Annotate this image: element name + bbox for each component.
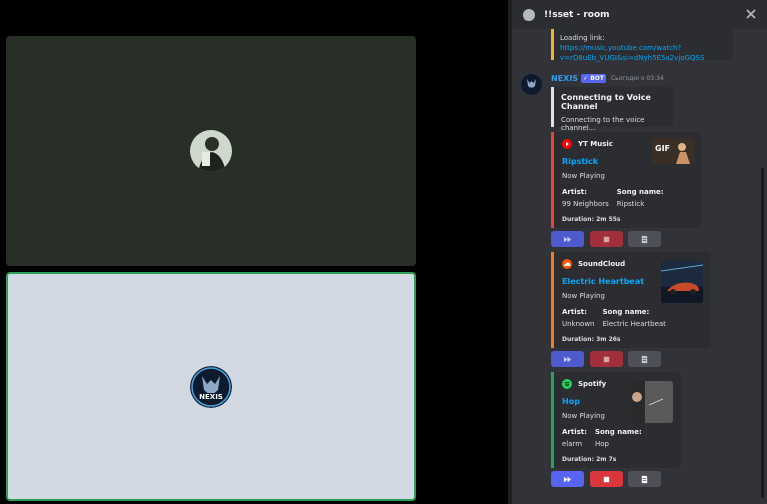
document-icon <box>641 475 648 483</box>
youtube-music-icon <box>562 139 572 149</box>
track-thumbnail[interactable]: GIF <box>652 138 694 164</box>
skip-icon <box>563 476 572 482</box>
voice-stage: NEXIS <box>0 0 508 504</box>
duration-text: Duration: 3m 26s <box>562 336 621 343</box>
source-name: SoundCloud <box>578 260 626 268</box>
user-avatar <box>190 130 232 172</box>
artist-value: 99 Neighbors <box>562 200 609 208</box>
stop-button[interactable] <box>590 471 623 487</box>
video-tile-nexis[interactable]: NEXIS <box>6 272 416 501</box>
song-name-label: Song name: <box>594 428 642 436</box>
song-name-label: Song name: <box>616 188 664 196</box>
artist-label: Artist: <box>562 188 587 196</box>
thread-icon <box>523 8 535 21</box>
track-thumbnail[interactable] <box>631 381 673 423</box>
document-icon <box>641 235 648 243</box>
bot-badge: ✓ BOT <box>581 74 606 83</box>
video-tile-user[interactable] <box>6 36 416 266</box>
stop-button[interactable] <box>590 231 623 247</box>
queue-button[interactable] <box>628 471 661 487</box>
bot-username[interactable]: NEXIS <box>551 74 578 83</box>
artist-label: Artist: <box>562 308 587 316</box>
bot-avatar[interactable] <box>521 74 542 95</box>
queue-button[interactable] <box>628 351 661 367</box>
message-timestamp: Сьогодні о 03:34 <box>610 75 664 82</box>
song-name-value: Electric Heartbeat <box>602 320 666 328</box>
artist-label: Artist: <box>562 428 587 436</box>
artist-value: Unknown <box>562 320 595 328</box>
chat-scrollbar[interactable] <box>761 168 764 498</box>
message-header: NEXIS ✓ BOT Сьогодні о 03:34 <box>551 74 664 83</box>
nexis-logo-text: NEXIS <box>199 393 223 401</box>
gif-label: GIF <box>655 144 670 153</box>
duration-text: Duration: 2m 55s <box>562 216 621 223</box>
skip-button[interactable] <box>551 231 584 247</box>
skip-button[interactable] <box>551 471 584 487</box>
spotify-icon <box>562 379 572 389</box>
loading-embed: Loading link: https://music.youtube.com/… <box>551 29 733 62</box>
stop-icon <box>603 356 610 362</box>
connect-title: Connecting to Voice Channel <box>561 93 651 111</box>
queue-button[interactable] <box>628 231 661 247</box>
loading-link[interactable]: https://music.youtube.com/watch?v=rD8uEb… <box>560 44 704 62</box>
close-icon[interactable] <box>744 7 758 21</box>
status-text: Now Playing <box>562 172 605 180</box>
song-name-value: Hop <box>594 440 609 448</box>
stop-icon <box>603 476 610 482</box>
skip-icon <box>563 356 572 362</box>
duration-text: Duration: 2m 7s <box>562 456 617 463</box>
document-icon <box>641 355 648 363</box>
skip-button[interactable] <box>551 351 584 367</box>
connect-description: Connecting to the voice channel... <box>561 116 645 132</box>
track-thumbnail[interactable] <box>661 261 703 303</box>
chat-header: !!sset - room <box>512 0 767 29</box>
soundcloud-icon <box>562 259 572 269</box>
stop-button[interactable] <box>590 351 623 367</box>
song-name-value: Ripstick <box>616 200 645 208</box>
connect-embed: Connecting to Voice Channel Connecting t… <box>551 87 673 132</box>
stop-icon <box>603 236 610 242</box>
song-name-label: Song name: <box>602 308 650 316</box>
loading-label: Loading link: <box>560 34 605 42</box>
nexis-tile-avatar: NEXIS <box>190 365 232 408</box>
source-name: YT Music <box>578 140 613 148</box>
text-chat-panel: !!sset - room Loading link: https://musi… <box>512 0 767 504</box>
bot-tag: BOT <box>590 75 604 82</box>
source-name: Spotify <box>578 380 607 388</box>
skip-icon <box>563 236 572 242</box>
channel-title: !!sset - room <box>544 9 610 20</box>
artist-value: elarm <box>562 440 583 448</box>
